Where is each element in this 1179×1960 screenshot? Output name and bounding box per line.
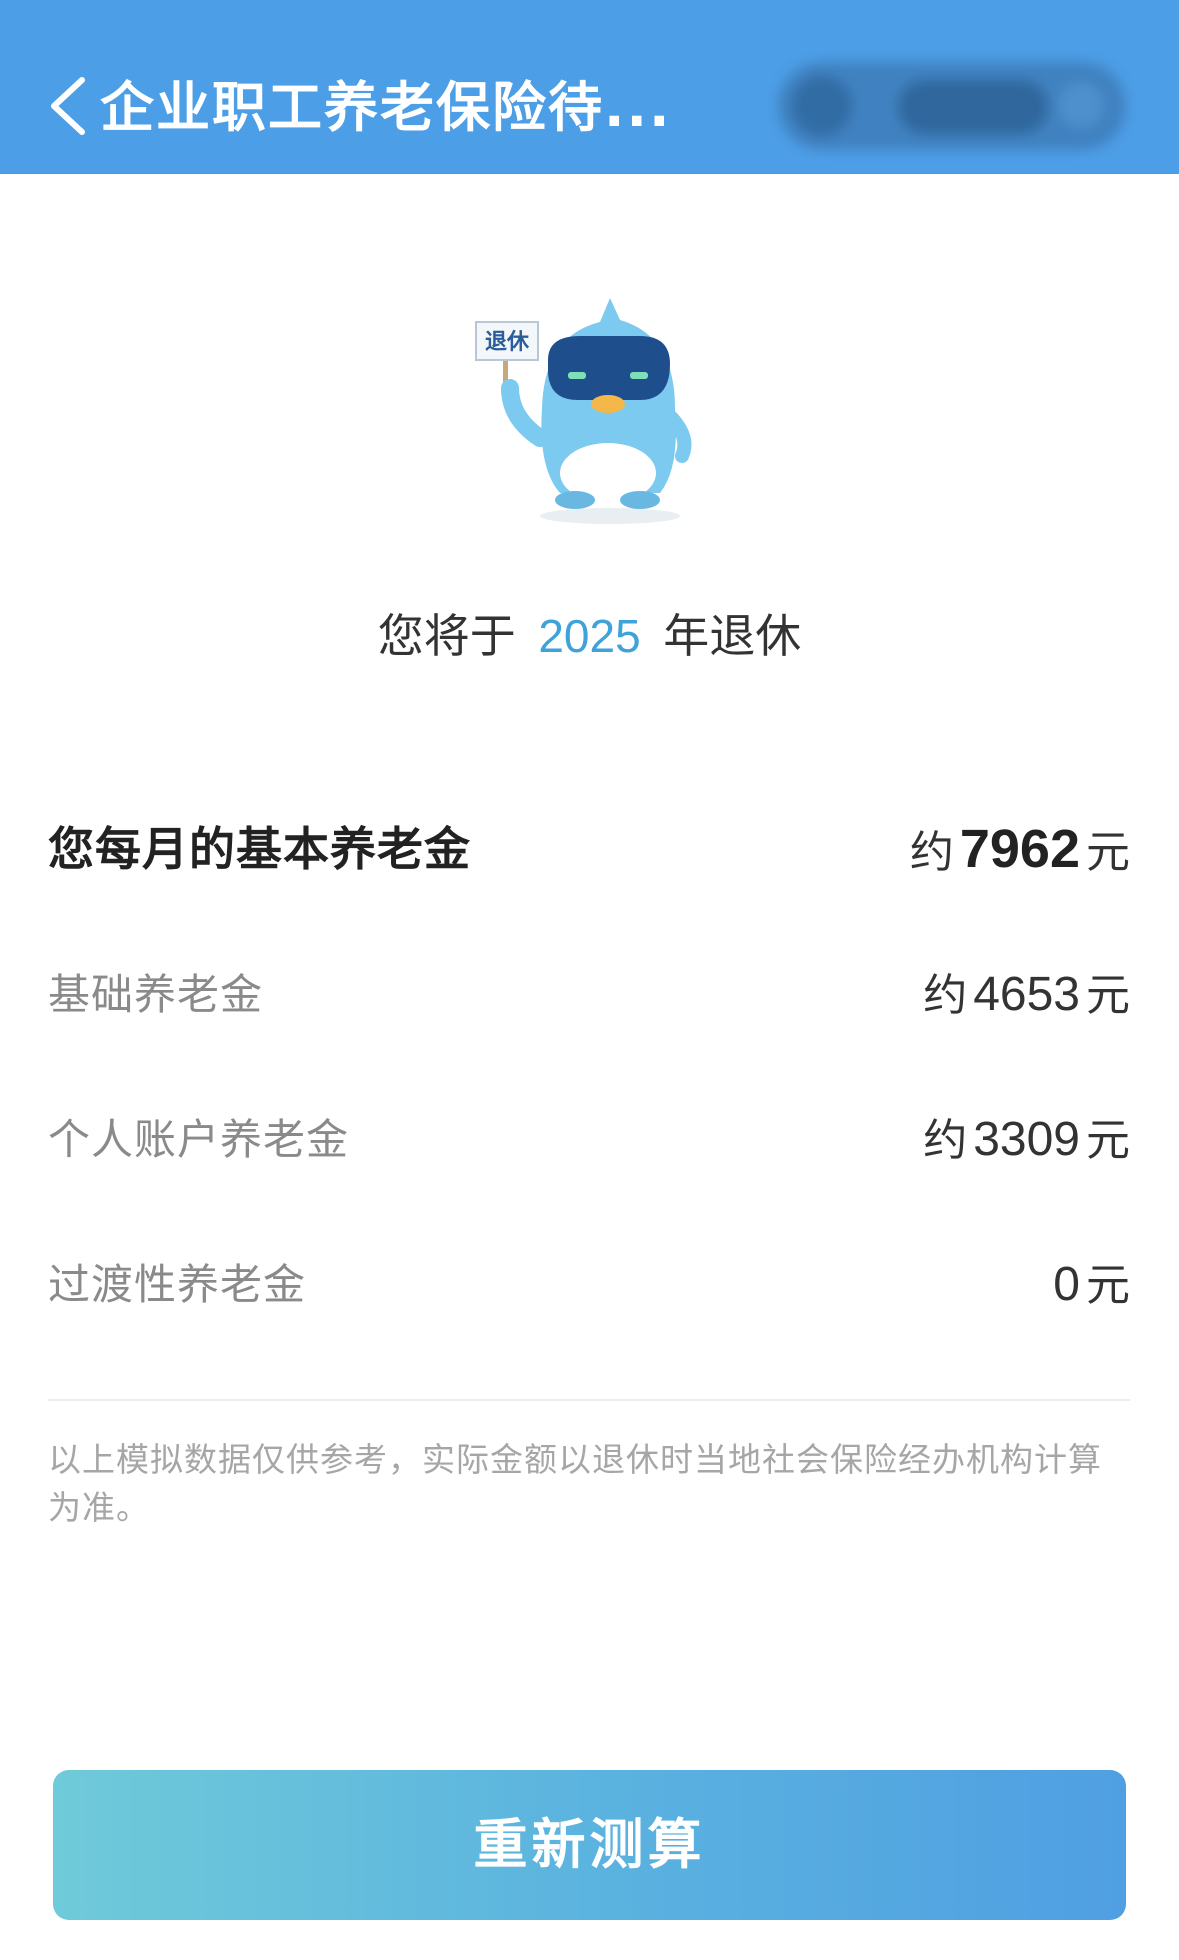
personal-account-pension-row: 个人账户养老金 约 3309 元 bbox=[48, 1105, 1130, 1175]
chevron-left-icon bbox=[51, 77, 85, 135]
basic-pension-row: 基础养老金 约 4653 元 bbox=[48, 960, 1130, 1030]
transitional-pension-value: 0元 bbox=[1047, 1250, 1130, 1321]
retire-prefix: 您将于 bbox=[377, 609, 516, 663]
currency-unit: 元 bbox=[1086, 1260, 1130, 1311]
retire-suffix: 年退休 bbox=[663, 609, 802, 663]
recalculate-button[interactable]: 重新测算 bbox=[53, 1770, 1126, 1920]
mascot-sign-text: 退休 bbox=[485, 330, 530, 355]
transitional-pension-label: 过渡性养老金 bbox=[48, 1260, 307, 1309]
approx-prefix: 约 bbox=[923, 1115, 968, 1166]
transitional-pension-amount: 0 bbox=[1053, 1258, 1080, 1311]
disclaimer-note: 以上模拟数据仅供参考，实际金额以退休时当地社会保险经办机构计算为准。 bbox=[48, 1440, 1102, 1527]
back-button[interactable] bbox=[44, 74, 94, 138]
personal-account-pension-value: 约 3309 元 bbox=[923, 1105, 1130, 1176]
personal-account-pension-label: 个人账户养老金 bbox=[48, 1115, 350, 1164]
basic-pension-value: 约 4653 元 bbox=[923, 960, 1130, 1031]
blurred-menu-capsule[interactable] bbox=[778, 62, 1126, 150]
divider bbox=[48, 1399, 1130, 1401]
total-pension-value: 约 7962 元 bbox=[910, 814, 1130, 888]
transitional-pension-row: 过渡性养老金 0元 bbox=[48, 1250, 1130, 1320]
retirement-mascot-illustration: 退休 bbox=[475, 298, 692, 524]
personal-account-pension-amount: 3309 bbox=[973, 1113, 1080, 1166]
retire-year-text: 您将于 2025 年退休 bbox=[0, 604, 1179, 668]
total-pension-row: 您每月的基本养老金 约 7962 元 bbox=[48, 814, 1130, 884]
approx-prefix: 约 bbox=[923, 970, 968, 1021]
currency-unit: 元 bbox=[1086, 827, 1130, 878]
basic-pension-label: 基础养老金 bbox=[48, 970, 264, 1019]
page-title: 企业职工养老保险待... bbox=[100, 76, 672, 139]
retire-year: 2025 bbox=[538, 610, 641, 662]
basic-pension-amount: 4653 bbox=[973, 968, 1080, 1021]
currency-unit: 元 bbox=[1086, 1115, 1130, 1166]
app-header: 企业职工养老保险待... bbox=[0, 0, 1179, 174]
total-pension-label: 您每月的基本养老金 bbox=[48, 822, 471, 876]
total-pension-amount: 7962 bbox=[959, 819, 1080, 879]
currency-unit: 元 bbox=[1086, 970, 1130, 1021]
approx-prefix: 约 bbox=[909, 827, 954, 878]
